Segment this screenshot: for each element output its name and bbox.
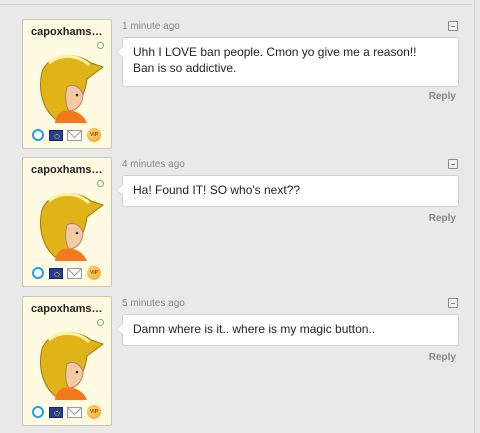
comment-timestamp: 5 minutes ago (122, 298, 185, 309)
male-icon (32, 129, 44, 141)
user-card[interactable]: capoxhams… VIP (22, 157, 112, 287)
reply-link[interactable]: Reply (429, 91, 456, 102)
top-divider (0, 4, 472, 5)
comments-page: capoxhams… VIP 1 minute ago Uhh I LOVE b… (0, 0, 480, 433)
user-badges: VIP (32, 128, 108, 142)
mail-icon[interactable] (67, 268, 82, 279)
comment-bubble: Uhh I LOVE ban people. Cmon yo give me a… (116, 37, 459, 87)
male-icon (32, 267, 44, 279)
comment-text-line: Ban is so addictive. (133, 61, 237, 75)
mail-icon[interactable] (67, 407, 82, 418)
comment-bubble: Ha! Found IT! SO who's next?? (116, 175, 459, 207)
comment-item: capoxhams… VIP 4 minutes ago Ha! Found I… (22, 157, 462, 289)
male-icon (32, 406, 44, 418)
comment-bubble: Damn where is it.. where is my magic but… (116, 314, 459, 346)
username-link[interactable]: capoxhams… (31, 303, 111, 315)
comment-timestamp: 1 minute ago (122, 21, 180, 32)
avatar[interactable] (33, 324, 105, 400)
avatar[interactable] (33, 47, 105, 123)
reply-link[interactable]: Reply (429, 213, 456, 224)
comment-menu-icon[interactable] (448, 21, 458, 31)
user-badges: VIP (32, 266, 108, 280)
comment-timestamp: 4 minutes ago (122, 159, 185, 170)
reply-link[interactable]: Reply (429, 352, 456, 363)
avatar[interactable] (33, 185, 105, 261)
eu-flag-icon (49, 130, 63, 141)
comment-item: capoxhams… VIP 1 minute ago Uhh I LOVE b… (22, 19, 462, 151)
vip-icon: VIP (87, 266, 101, 280)
user-badges: VIP (32, 405, 108, 419)
vip-icon: VIP (87, 128, 101, 142)
comment-text-line: Ha! Found IT! SO who's next?? (133, 183, 301, 197)
comment-text-line: Uhh I LOVE ban people. Cmon yo give me a… (133, 45, 417, 59)
user-card[interactable]: capoxhams… VIP (22, 19, 112, 149)
comment-menu-icon[interactable] (448, 159, 458, 169)
mail-icon[interactable] (67, 130, 82, 141)
right-divider (474, 0, 475, 433)
username-link[interactable]: capoxhams… (31, 26, 111, 38)
comment-menu-icon[interactable] (448, 298, 458, 308)
eu-flag-icon (49, 407, 63, 418)
username-link[interactable]: capoxhams… (31, 164, 111, 176)
user-card[interactable]: capoxhams… VIP (22, 296, 112, 426)
comment-text-line: Damn where is it.. where is my magic but… (133, 322, 376, 336)
comment-item: capoxhams… VIP 5 minutes ago Damn where … (22, 296, 462, 428)
eu-flag-icon (49, 268, 63, 279)
vip-icon: VIP (87, 405, 101, 419)
